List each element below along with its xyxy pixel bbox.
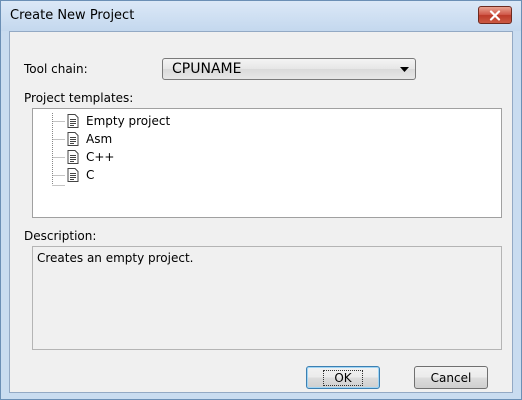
template-item-c[interactable]: C [33, 166, 333, 184]
cancel-button-label: Cancel [430, 370, 472, 385]
dialog-title: Create New Project [10, 8, 135, 23]
toolchain-select[interactable]: CPUNAME [162, 58, 416, 80]
title-bar[interactable]: Create New Project [1, 1, 521, 31]
template-item-empty-project[interactable]: Empty project [33, 112, 333, 130]
toolchain-label: Tool chain: [24, 62, 88, 76]
description-box: Creates an empty project. [32, 246, 502, 350]
description-label: Description: [24, 229, 97, 243]
template-item-cpp[interactable]: C++ [33, 148, 333, 166]
project-templates-tree[interactable]: Empty project Asm C++ C [32, 108, 502, 218]
description-text: Creates an empty project. [37, 251, 194, 265]
ok-button[interactable]: OK [306, 366, 380, 389]
chevron-down-icon [400, 67, 409, 72]
dialog-body: Tool chain: CPUNAME Project templates: E… [9, 31, 513, 393]
template-item-label: C [86, 168, 95, 182]
cancel-button[interactable]: Cancel [414, 366, 488, 389]
toolchain-value: CPUNAME [172, 61, 242, 77]
close-button[interactable] [478, 6, 512, 24]
template-item-label: Asm [86, 132, 113, 146]
document-icon [67, 168, 79, 182]
close-icon [489, 9, 501, 21]
template-item-label: C++ [86, 150, 115, 164]
document-icon [67, 132, 79, 146]
templates-label: Project templates: [24, 91, 134, 105]
template-item-asm[interactable]: Asm [33, 130, 333, 148]
template-item-label: Empty project [86, 114, 171, 128]
document-icon [67, 114, 79, 128]
document-icon [67, 150, 79, 164]
ok-button-label: OK [323, 369, 363, 386]
create-project-dialog: Create New Project Tool chain: CPUNAME P… [0, 0, 522, 400]
